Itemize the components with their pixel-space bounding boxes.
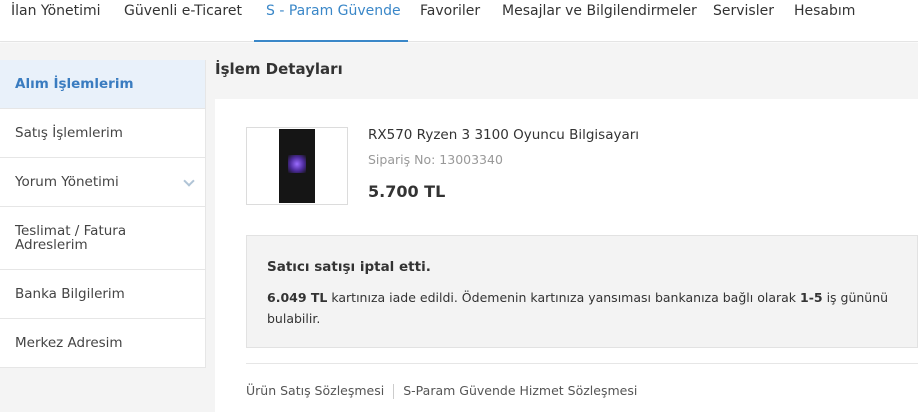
- business-day-range: 1-5: [800, 290, 823, 305]
- sidebar-item-label: Merkez Adresim: [15, 335, 123, 351]
- nav-servisler[interactable]: Servisler: [713, 0, 774, 42]
- nav-guvenli-eticaret[interactable]: Güvenli e-Ticaret: [124, 0, 242, 42]
- nav-favoriler[interactable]: Favoriler: [420, 0, 480, 42]
- service-agreement-link[interactable]: S-Param Güvende Hizmet Sözleşmesi: [403, 383, 637, 398]
- footer-links: Ürün Satış Sözleşmesi S-Param Güvende Hiz…: [246, 383, 637, 399]
- product-image: [279, 129, 315, 203]
- chevron-down-icon: [183, 175, 195, 187]
- notice-title: Satıcı satışı iptal etti.: [267, 259, 431, 275]
- order-number: Sipariş No: 13003340: [368, 152, 503, 167]
- transaction-detail-card: RX570 Ryzen 3 3100 Oyuncu Bilgisayarı Si…: [215, 99, 918, 412]
- top-navigation: İlan Yönetimi Güvenli e-Ticaret S - Para…: [0, 0, 918, 42]
- cancellation-notice: Satıcı satışı iptal etti. 6.049 TL kartı…: [246, 235, 918, 348]
- sidebar-item-alim-islemlerim[interactable]: Alım İşlemlerim: [0, 60, 205, 109]
- nav-s-param-guvende[interactable]: S - Param Güvende: [254, 0, 408, 42]
- sidebar-item-yorum-yonetimi[interactable]: Yorum Yönetimi: [0, 158, 205, 207]
- sidebar-item-label: Yorum Yönetimi: [15, 174, 119, 190]
- sidebar-item-satis-islemlerim[interactable]: Satış İşlemlerim: [0, 109, 205, 158]
- sidebar-item-label: Banka Bilgilerim: [15, 286, 125, 302]
- sidebar-item-teslimat-fatura[interactable]: Teslimat / Fatura Adreslerim: [0, 207, 205, 270]
- sidebar-item-label: Teslimat / Fatura Adreslerim: [15, 223, 127, 253]
- nav-ilan-yonetimi[interactable]: İlan Yönetimi: [11, 0, 101, 42]
- divider: [246, 363, 918, 364]
- nav-mesajlar[interactable]: Mesajlar ve Bilgilendirmeler: [502, 0, 697, 42]
- sidebar-item-label: Satış İşlemlerim: [15, 125, 123, 141]
- nav-hesabim[interactable]: Hesabım: [794, 0, 855, 42]
- sidebar-item-banka-bilgilerim[interactable]: Banka Bilgilerim: [0, 270, 205, 319]
- page-title: İşlem Detayları: [215, 60, 343, 78]
- notice-text: 6.049 TL kartınıza iade edildi. Ödemenin…: [267, 287, 907, 329]
- sidebar: Alım İşlemlerim Satış İşlemlerim Yorum Y…: [0, 60, 206, 368]
- link-separator: [393, 384, 395, 399]
- product-thumbnail[interactable]: [246, 127, 348, 205]
- sidebar-item-label: Alım İşlemlerim: [15, 76, 134, 92]
- sidebar-item-merkez-adresim[interactable]: Merkez Adresim: [0, 319, 205, 368]
- refund-amount: 6.049 TL: [267, 290, 328, 305]
- notice-text-part1: kartınıza iade edildi. Ödemenin kartınız…: [327, 290, 800, 305]
- product-price: 5.700 TL: [368, 182, 446, 201]
- product-image-glow: [288, 155, 306, 173]
- product-title[interactable]: RX570 Ryzen 3 3100 Oyuncu Bilgisayarı: [368, 127, 639, 143]
- sales-agreement-link[interactable]: Ürün Satış Sözleşmesi: [246, 383, 384, 398]
